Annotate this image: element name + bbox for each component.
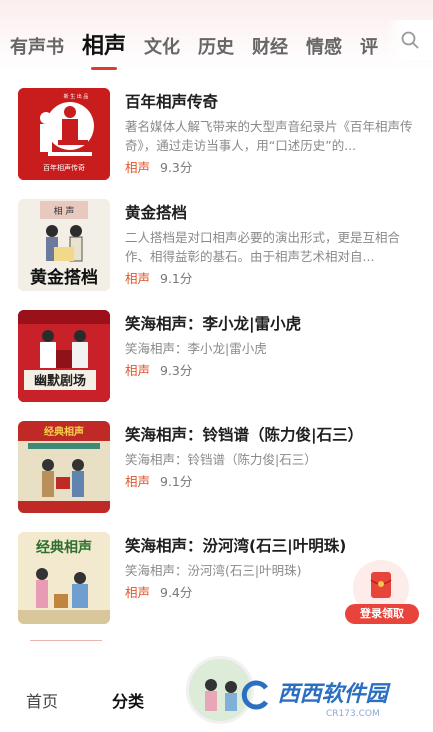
rating-score: 9.3分	[160, 160, 193, 175]
rating-score: 9.1分	[160, 271, 193, 286]
category-tag: 相声	[125, 363, 151, 378]
tab-review[interactable]: 评	[360, 33, 378, 59]
list-item[interactable]: 相 声 黄金搭档 黄金搭档 二人搭档是对口相声必要的演出形式，更是互相合作、相得…	[0, 199, 433, 310]
category-tabs: 有声书 相声 文化 历史 财经 情感 评	[10, 28, 396, 60]
cover-text: 百年相声传奇	[43, 163, 85, 172]
album-cover: 经典相声	[18, 532, 110, 624]
search-button[interactable]	[385, 20, 433, 60]
watermark-text: 西西软件园	[277, 682, 388, 707]
red-packet-promo[interactable]: 登录领取	[345, 560, 419, 626]
album-description: 著名媒体人解飞带来的大型声音纪录片《百年相声传奇》，通过走访当事人，用“口述历史…	[125, 119, 413, 153]
cover-text: 新 生 出 品	[64, 93, 89, 100]
album-description: 笑海相声：铃铛谱（陈力俊|石三）	[125, 452, 317, 467]
rating-score: 9.3分	[160, 363, 193, 378]
album-cover: 经典相声	[18, 421, 110, 513]
list-item[interactable]: 经典相声 笑海相声：铃铛谱（陈力俊|石三） 笑海相声：铃铛谱（陈力俊|石三） 相…	[0, 421, 433, 532]
cover-text: 幽默剧场	[34, 373, 86, 389]
tab-emotion[interactable]: 情感	[306, 33, 342, 59]
album-cover: 幽默剧场	[18, 310, 110, 402]
album-title: 黄金搭档	[125, 204, 188, 222]
album-title: 笑海相声：李小龙|雷小虎	[125, 315, 302, 333]
tab-audiobook[interactable]: 有声书	[10, 33, 64, 59]
watermark-sub: CR173.COM	[326, 709, 380, 719]
tab-crosstalk[interactable]: 相声	[82, 28, 126, 60]
category-tag: 相声	[125, 160, 151, 175]
album-description: 笑海相声：李小龙|雷小虎	[125, 341, 267, 356]
cover-text: 相 声	[54, 205, 75, 217]
category-tag: 相声	[125, 585, 151, 600]
list-item[interactable]: 百年相声传奇 新 生 出 品 百年相声传奇 著名媒体人解飞带来的大型声音纪录片《…	[0, 88, 433, 199]
tab-finance[interactable]: 财经	[252, 33, 288, 59]
album-title: 百年相声传奇	[125, 93, 219, 111]
album-title: 笑海相声：铃铛谱（陈力俊|石三）	[125, 426, 364, 444]
cover-text: 经典相声	[36, 539, 92, 556]
watermark-icon	[241, 680, 269, 710]
rating-score: 9.4分	[160, 585, 193, 600]
category-tag: 相声	[125, 271, 151, 286]
album-cover: 百年相声传奇 新 生 出 品	[18, 88, 110, 180]
login-claim-label: 登录领取	[345, 604, 419, 624]
album-title: 笑海相声：汾河湾(石三|叶明珠)	[125, 537, 347, 555]
top-tab-bar: 有声书 相声 文化 历史 财经 情感 评	[0, 0, 433, 70]
cover-text: 黄金搭档	[30, 267, 98, 288]
rating-score: 9.1分	[160, 474, 193, 489]
search-icon	[401, 31, 419, 49]
cover-text: 经典相声	[44, 425, 84, 438]
tab-history[interactable]: 历史	[198, 33, 234, 59]
nav-home[interactable]: 首页	[26, 688, 58, 712]
divider	[30, 640, 102, 641]
list-item[interactable]: 幽默剧场 笑海相声：李小龙|雷小虎 笑海相声：李小龙|雷小虎 相声 9.3分	[0, 310, 433, 421]
nav-category[interactable]: 分类	[112, 688, 144, 712]
album-cover: 相 声 黄金搭档	[18, 199, 110, 291]
album-description: 二人搭档是对口相声必要的演出形式，更是互相合作、相得益彰的基石。由于相声艺术相对…	[125, 230, 401, 264]
tab-culture[interactable]: 文化	[144, 33, 180, 59]
category-tag: 相声	[125, 474, 151, 489]
